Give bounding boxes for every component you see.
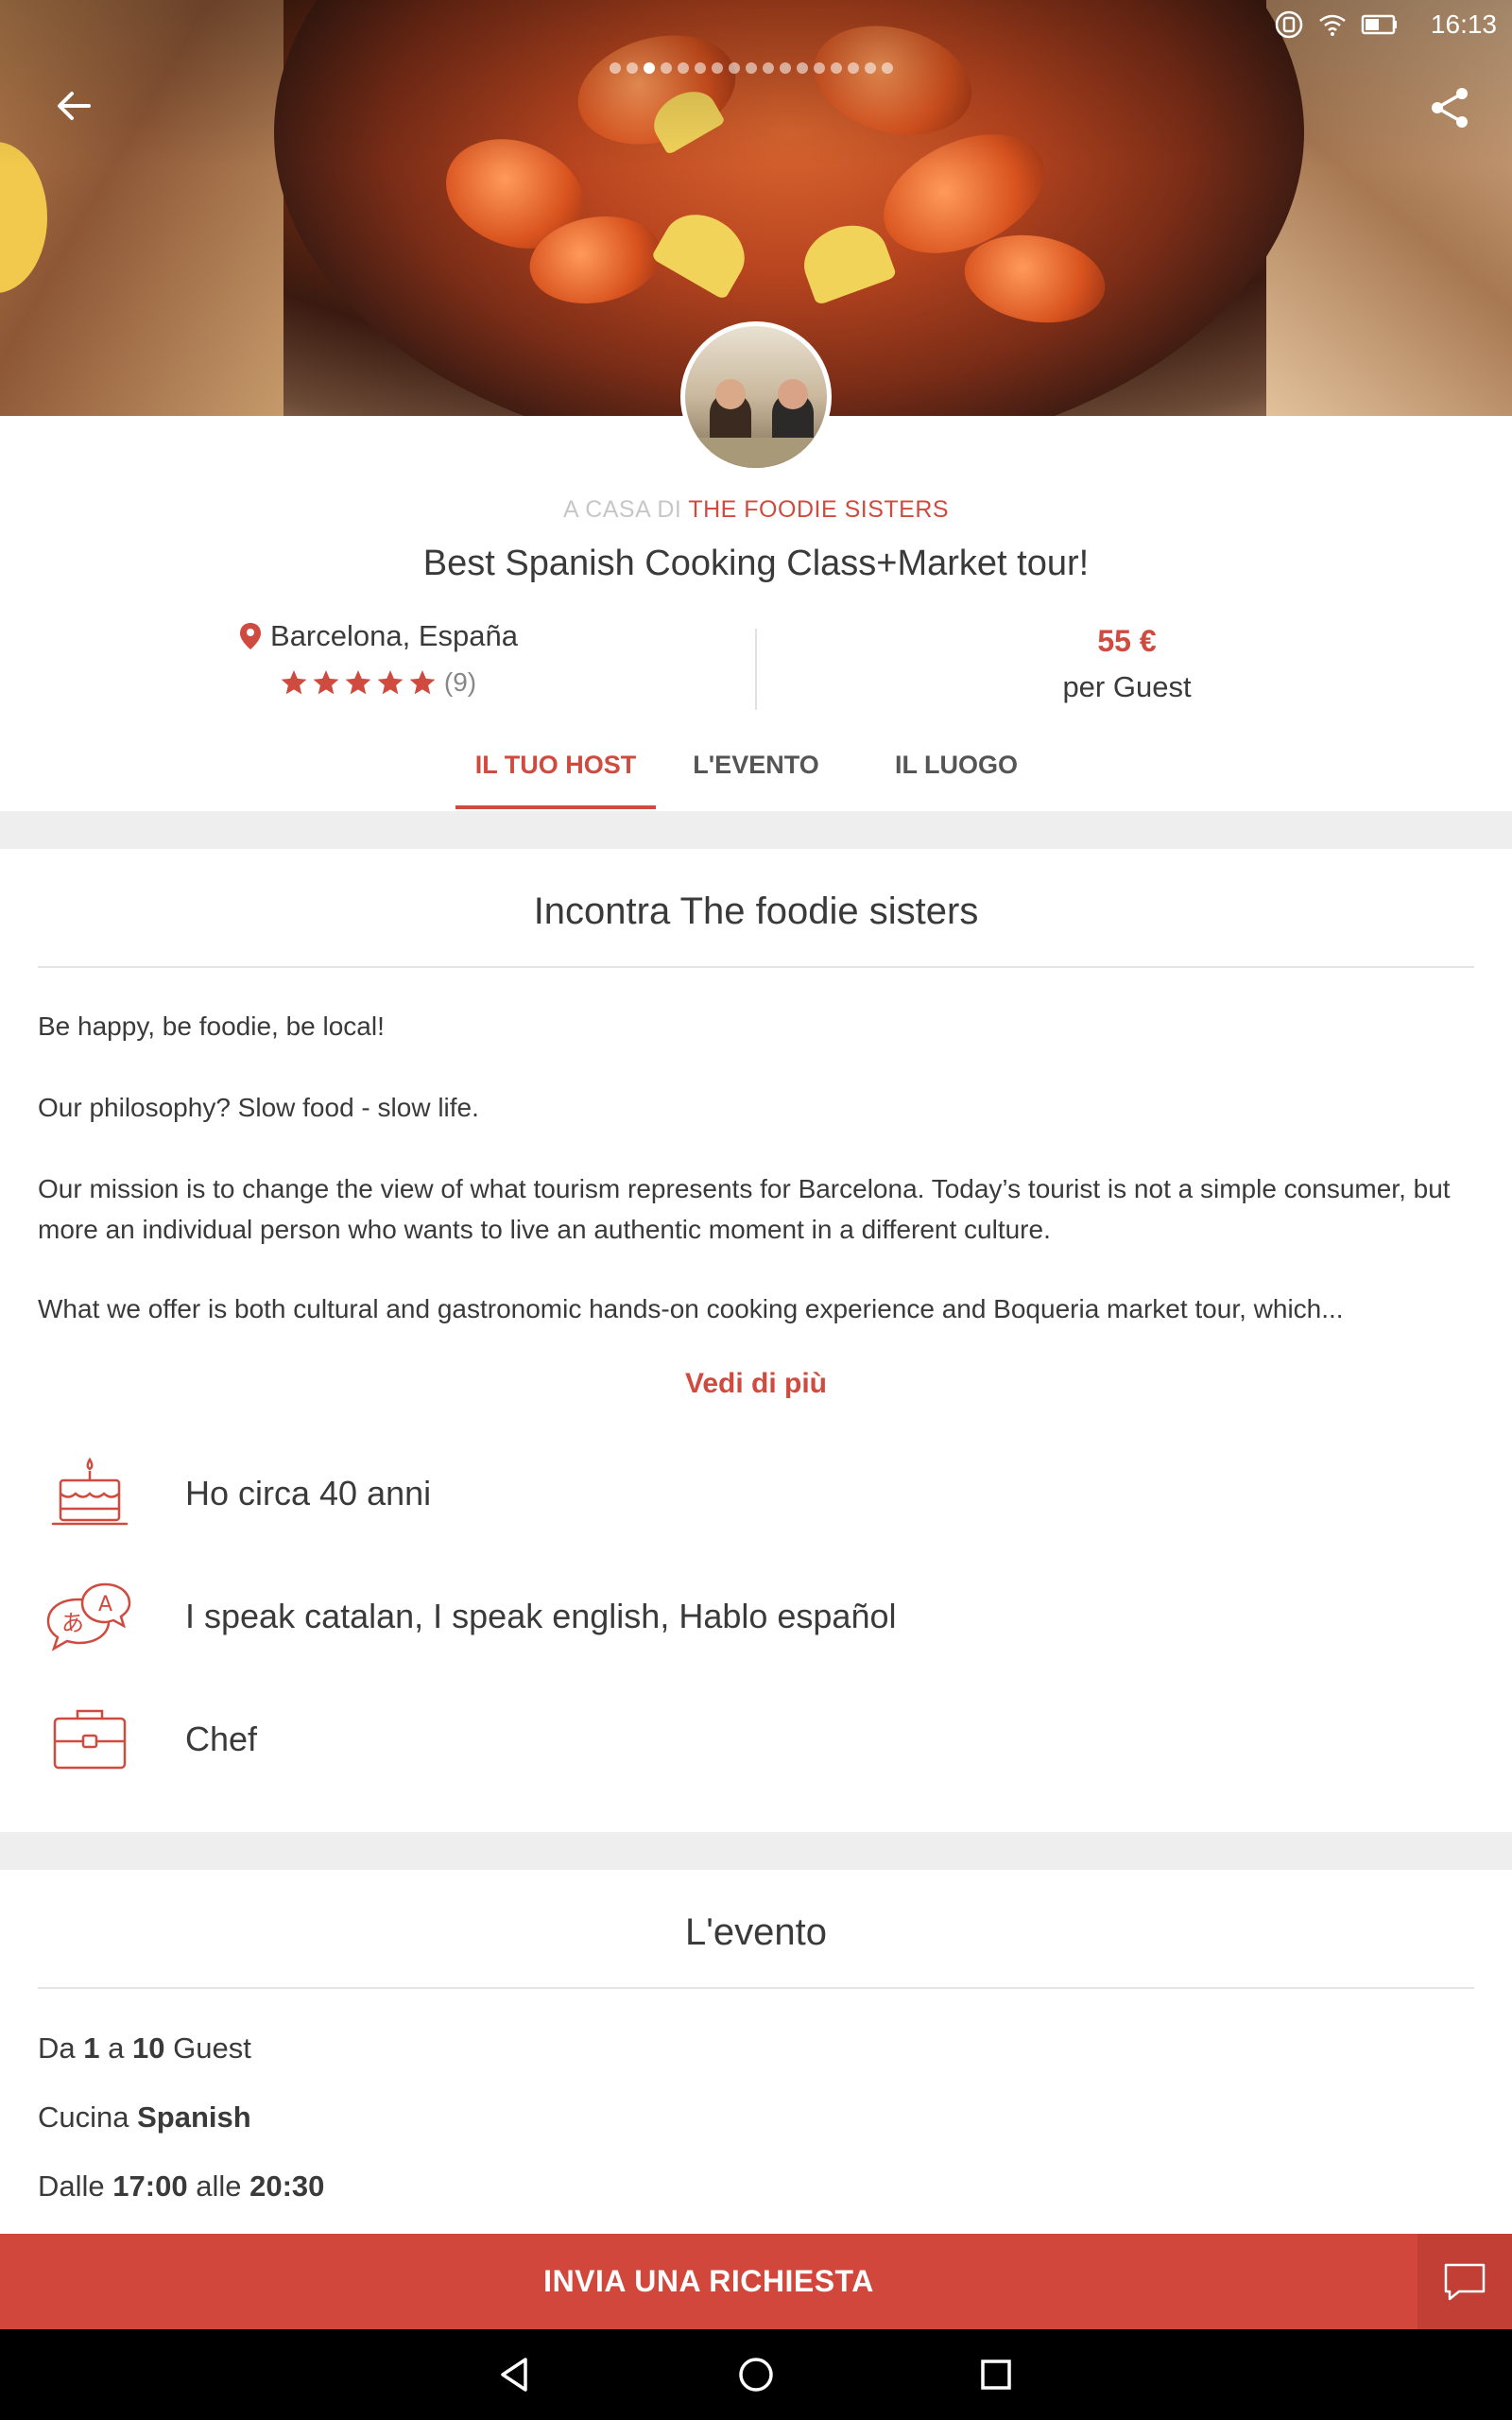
price-unit: per Guest	[1062, 670, 1192, 703]
host-avatar[interactable]	[680, 321, 832, 473]
host-section-title: Incontra The foodie sisters	[533, 890, 979, 932]
nav-back-icon[interactable]	[491, 2350, 541, 2399]
guests-min: 1	[83, 2031, 100, 2065]
birthday-cake-icon	[51, 1457, 129, 1526]
tab-event[interactable]: L'EVENTO	[662, 751, 850, 780]
send-request-button[interactable]: INVIA UNA RICHIESTA	[0, 2234, 1418, 2329]
carousel-dot[interactable]	[695, 62, 706, 74]
carousel-dot[interactable]	[831, 62, 842, 74]
carousel-dot[interactable]	[882, 62, 893, 74]
cuisine-value: Spanish	[137, 2100, 251, 2134]
section-separator	[0, 811, 1512, 849]
sim-icon	[1275, 10, 1303, 39]
carousel-dot[interactable]	[627, 62, 638, 74]
svg-text:A: A	[98, 1593, 112, 1616]
star-icon	[409, 670, 436, 695]
event-title: Best Spanish Cooking Class+Market tour!	[422, 544, 1090, 583]
hours-mid: alle	[196, 2169, 242, 2203]
carousel-dot[interactable]	[746, 62, 757, 74]
wifi-icon	[1319, 14, 1346, 36]
nav-recents-icon[interactable]	[971, 2350, 1021, 2399]
rating[interactable]: (9)	[280, 667, 476, 698]
carousel-dot[interactable]	[780, 62, 791, 74]
fact-text: I speak catalan, I speak english, Hablo …	[185, 1597, 897, 1635]
star-icon	[377, 670, 404, 695]
system-navigation-bar	[0, 2329, 1512, 2420]
tab-place[interactable]: IL LUOGO	[862, 751, 1051, 780]
carousel-dot[interactable]	[661, 62, 672, 74]
share-icon[interactable]	[1425, 83, 1474, 132]
event-cuisine: Cucina Spanish	[38, 2100, 251, 2135]
carousel-dot[interactable]	[678, 62, 689, 74]
carousel-dot[interactable]	[797, 62, 808, 74]
carousel-dot[interactable]	[712, 62, 723, 74]
location-text: Barcelona, España	[270, 619, 518, 652]
carousel-dot[interactable]	[848, 62, 859, 74]
host-paragraph: Our philosophy? Slow food - slow life.	[38, 1093, 479, 1122]
guests-mid: a	[108, 2031, 125, 2065]
star-icon	[345, 670, 371, 695]
host-paragraph: What we offer is both cultural and gastr…	[38, 1294, 1344, 1323]
back-arrow-icon[interactable]	[51, 83, 96, 129]
fact-languages: あ A I speak catalan, I speak english, Ha…	[38, 1574, 1474, 1659]
guests-prefix: Da	[38, 2031, 76, 2065]
location-pin-icon	[240, 623, 262, 649]
hours-end: 20:30	[249, 2169, 325, 2203]
fact-text: Chef	[185, 1720, 258, 1758]
location: Barcelona, España	[238, 619, 518, 653]
chat-bubble-icon	[1444, 2263, 1486, 2300]
status-time: 16:13	[1430, 9, 1497, 39]
carousel-dot[interactable]	[814, 62, 825, 74]
star-icon	[313, 670, 339, 695]
divider	[38, 1987, 1474, 1989]
event-section-title: L'evento	[685, 1911, 827, 1953]
fact-age: Ho circa 40 anni	[38, 1451, 1474, 1536]
event-hours: Dalle 17:00 alle 20:30	[38, 2169, 324, 2204]
section-tabs: IL TUO HOST L'EVENTO IL LUOGO	[0, 735, 1512, 811]
location-rating-column: Barcelona, España (9)	[0, 619, 756, 701]
host-name-link[interactable]: THE FOODIE SISTERS	[688, 496, 949, 523]
briefcase-icon	[53, 1709, 127, 1770]
battery-icon	[1361, 14, 1397, 35]
host-line: A CASA DI THE FOODIE SISTERS	[0, 496, 1512, 524]
hours-start: 17:00	[112, 2169, 188, 2203]
price-amount: 55 €	[1097, 624, 1157, 658]
price-column: 55 € per Guest	[756, 624, 1498, 704]
star-icon	[281, 670, 307, 695]
carousel-indicator[interactable]	[610, 62, 893, 74]
carousel-dot[interactable]	[610, 62, 621, 74]
languages-icon: あ A	[46, 1582, 131, 1651]
guests-suffix: Guest	[173, 2031, 251, 2065]
rating-count: (9)	[443, 667, 477, 697]
carousel-dot[interactable]	[644, 62, 655, 74]
svg-text:あ: あ	[61, 1610, 84, 1636]
section-separator	[0, 1832, 1512, 1870]
active-tab-indicator	[455, 805, 656, 809]
host-paragraph: Be happy, be foodie, be local!	[38, 1011, 385, 1041]
cuisine-prefix: Cucina	[38, 2100, 129, 2134]
avatar-face	[715, 379, 746, 409]
event-guests: Da 1 a 10 Guest	[38, 2031, 251, 2066]
see-more-link[interactable]: Vedi di più	[0, 1368, 1512, 1400]
carousel-dot[interactable]	[865, 62, 876, 74]
fact-profession: Chef	[38, 1697, 1474, 1782]
status-bar: 16:13	[0, 0, 1512, 49]
carousel-dot[interactable]	[763, 62, 774, 74]
carousel-dot[interactable]	[729, 62, 740, 74]
host-paragraph: Our mission is to change the view of wha…	[38, 1174, 1451, 1244]
guests-max: 10	[132, 2031, 165, 2065]
avatar-face	[778, 379, 808, 409]
fact-text: Ho circa 40 anni	[185, 1474, 432, 1512]
hours-prefix: Dalle	[38, 2169, 105, 2203]
chat-button[interactable]	[1418, 2234, 1512, 2329]
tab-host[interactable]: IL TUO HOST	[455, 751, 656, 780]
divider	[38, 966, 1474, 968]
avatar-table	[685, 438, 827, 468]
host-prefix: A CASA DI	[562, 496, 682, 523]
nav-home-icon[interactable]	[731, 2350, 781, 2399]
